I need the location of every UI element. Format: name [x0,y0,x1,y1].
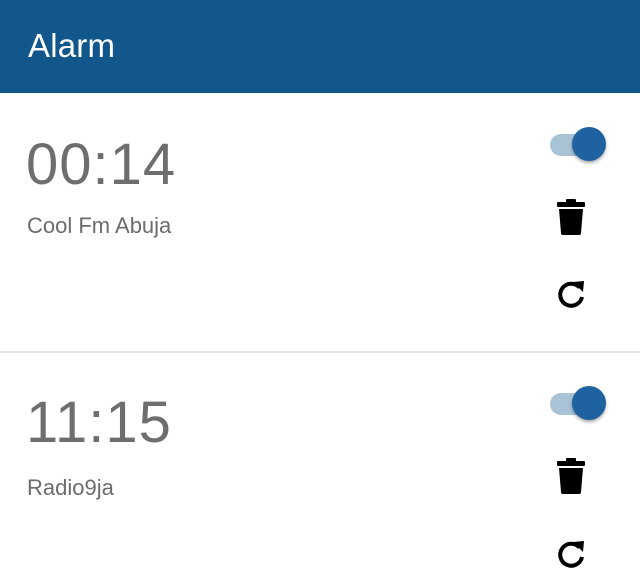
app-bar: Alarm [0,0,640,93]
alarm-item[interactable]: 00:14 Cool Fm Abuja [0,93,640,351]
trash-icon [557,199,585,235]
alarm-enable-switch[interactable] [548,384,608,424]
alarm-item[interactable]: 11:15 Radio9ja [0,353,640,578]
refresh-icon [558,281,584,308]
switch-thumb [572,386,606,420]
refresh-icon [558,541,584,568]
alarm-time[interactable]: 11:15 [26,391,172,455]
alarm-station-label[interactable]: Radio9ja [27,475,114,501]
trash-icon [557,458,585,494]
alarm-enable-switch[interactable] [548,125,608,165]
alarm-station-label[interactable]: Cool Fm Abuja [27,213,171,239]
repeat-alarm-button[interactable] [550,533,592,575]
delete-alarm-button[interactable] [550,196,592,238]
delete-alarm-button[interactable] [550,455,592,497]
switch-thumb [572,127,606,161]
alarm-time[interactable]: 00:14 [26,133,176,197]
repeat-alarm-button[interactable] [550,273,592,315]
app-title: Alarm [28,27,116,64]
